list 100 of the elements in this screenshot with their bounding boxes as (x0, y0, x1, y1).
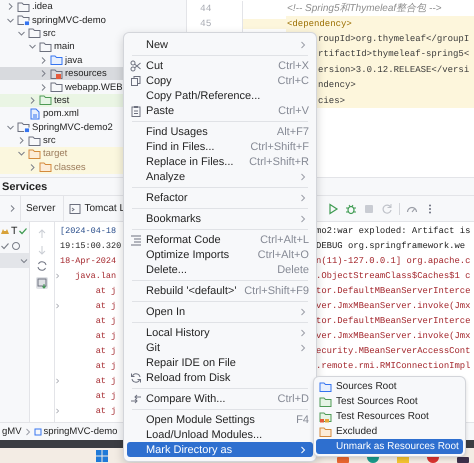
check-icon (18, 226, 28, 236)
run-icon[interactable] (327, 202, 339, 214)
chevron-right-icon[interactable] (28, 96, 37, 105)
menu-item[interactable]: Local History (127, 325, 313, 340)
chevron-right-icon[interactable] (17, 136, 26, 146)
console-line: at j (94, 346, 116, 356)
chevron-right-icon[interactable] (8, 204, 17, 213)
console-line: .remote.rmi.RMIConnectionImpl (316, 360, 470, 370)
line-number: 44 (200, 2, 212, 14)
tree-item[interactable]: T (0, 223, 29, 238)
menu-item[interactable]: Reload from Disk (127, 370, 313, 385)
shortcut-label: Ctrl+D (278, 392, 309, 404)
chevron-right-icon[interactable] (28, 162, 37, 172)
app-icon[interactable] (456, 457, 470, 463)
folder-icon (39, 94, 52, 106)
fold-icon[interactable] (55, 302, 60, 310)
folder-icon (319, 396, 332, 408)
console-line: 18-Apr-2024 (60, 256, 116, 266)
shortcut-label: Ctrl+Shift+R (249, 156, 309, 168)
tree-item[interactable]: springMVC-demo (0, 13, 186, 27)
menu-item[interactable]: Rebuild '<default>' Ctrl+Shift+F9 (127, 283, 313, 298)
console-line: DEBUG org.springframework.we (316, 240, 466, 250)
menu-item[interactable]: Sources Root (316, 379, 463, 394)
breadcrumb-item[interactable]: springMVC-demo (44, 426, 118, 437)
console-line: ver.JmxMBeanServer.invoke(Jmx (316, 300, 470, 310)
menu-item[interactable]: Git (127, 340, 313, 355)
shortcut-label: Ctrl+Alt+O (258, 248, 309, 260)
shortcut-label: Ctrl+Shift+F9 (244, 284, 309, 296)
fold-icon[interactable] (55, 376, 60, 384)
chevron-right-icon (24, 428, 32, 436)
folder-icon (17, 14, 30, 26)
chevron-down-icon[interactable] (17, 149, 26, 158)
menu-item[interactable]: Mark Directory as (127, 442, 313, 457)
console-line: java.lan (74, 270, 116, 280)
menu-item[interactable]: Test Sources Root (316, 394, 463, 409)
shortcut-label: Ctrl+V (278, 104, 309, 116)
compare-icon (130, 392, 142, 404)
chevron-right-icon[interactable] (39, 56, 48, 65)
tree-item[interactable]: .idea (0, 0, 186, 14)
xml-file-icon (28, 108, 41, 120)
fold-icon[interactable] (55, 406, 60, 414)
console-line: [2024-04-18 (60, 226, 116, 236)
console-line: at j (94, 376, 116, 386)
console-line: .ObjectStreamClass$Caches$1 c (316, 270, 470, 280)
console-line: at j (94, 330, 116, 340)
console-line: at j (94, 300, 116, 310)
scissors-icon (130, 60, 142, 72)
check-icon (0, 240, 10, 250)
menu-item[interactable]: Compare With... Ctrl+D (127, 391, 313, 406)
shortcut-label: Delete (277, 264, 309, 276)
tab[interactable]: Server (20, 196, 60, 221)
debug-icon[interactable] (345, 202, 357, 214)
chevron-down-icon[interactable] (6, 16, 15, 25)
shortcut-label: Alt+F7 (276, 126, 309, 138)
chevron-right-icon[interactable] (39, 82, 48, 92)
menu-item[interactable]: Excluded (316, 424, 463, 439)
menu-item[interactable]: Open Module Settings F4 (127, 412, 313, 427)
console-line: at j (94, 406, 116, 416)
menu-item[interactable]: Unmark as Resources Root (316, 439, 463, 454)
chevron-down-icon[interactable] (17, 28, 26, 38)
breadcrumb-item[interactable]: gMV (2, 426, 22, 437)
folder-icon (319, 380, 332, 392)
fold-icon[interactable] (55, 272, 60, 280)
shortcut-label: F4 (296, 414, 309, 426)
chevron-down-icon[interactable] (6, 122, 15, 132)
folder-icon (17, 121, 30, 134)
menu-item[interactable]: Repair IDE on File (127, 355, 313, 370)
console-line: n(11)-127.0.0.1] org.apache.c (316, 256, 470, 266)
folder-icon (319, 410, 332, 422)
chevron-right-icon[interactable] (39, 69, 48, 78)
folder-icon (28, 27, 41, 40)
line-number: 45 (200, 18, 212, 30)
menu-item[interactable]: Delete... Delete (127, 262, 313, 277)
console-icon (69, 202, 82, 214)
windows-icon[interactable] (95, 449, 109, 463)
code-line: <!-- Spring5和Thymeleaf整合包 --> (286, 2, 442, 16)
wrap-icon[interactable] (36, 260, 48, 272)
menu-item[interactable]: Load/Unload Modules... (127, 427, 313, 442)
copy-icon (130, 74, 142, 86)
panel-title: Services (2, 180, 48, 192)
module-icon (34, 428, 42, 436)
scroll-to-end-icon[interactable] (35, 276, 49, 290)
menu-item[interactable]: Find Usages Alt+F7 (127, 124, 313, 139)
chevron-down-icon[interactable] (28, 42, 37, 52)
console-line: at j (94, 316, 116, 326)
chevron-right-icon[interactable] (6, 2, 15, 12)
folder-icon (39, 40, 52, 53)
console-line: mo2:war exploded: Artifact is (316, 226, 470, 236)
clipboard-icon (130, 104, 142, 116)
menu-item[interactable]: Test Resources Root (316, 409, 463, 424)
menu-item[interactable]: Reformat Code Ctrl+Alt+L (127, 232, 313, 247)
console-line: ver.JmxMBeanServer.invoke(Jmx (316, 330, 470, 340)
console-line: at j (94, 286, 116, 296)
menu-item[interactable]: Open In (127, 304, 313, 319)
circle-icon (10, 240, 20, 250)
menu-item[interactable]: Optimize Imports Ctrl+Alt+O (127, 247, 313, 262)
shortcut-label: Ctrl+Alt+L (260, 234, 309, 246)
folder-icon (17, 0, 30, 13)
app-icon[interactable] (426, 457, 440, 463)
folder-icon (28, 134, 41, 147)
